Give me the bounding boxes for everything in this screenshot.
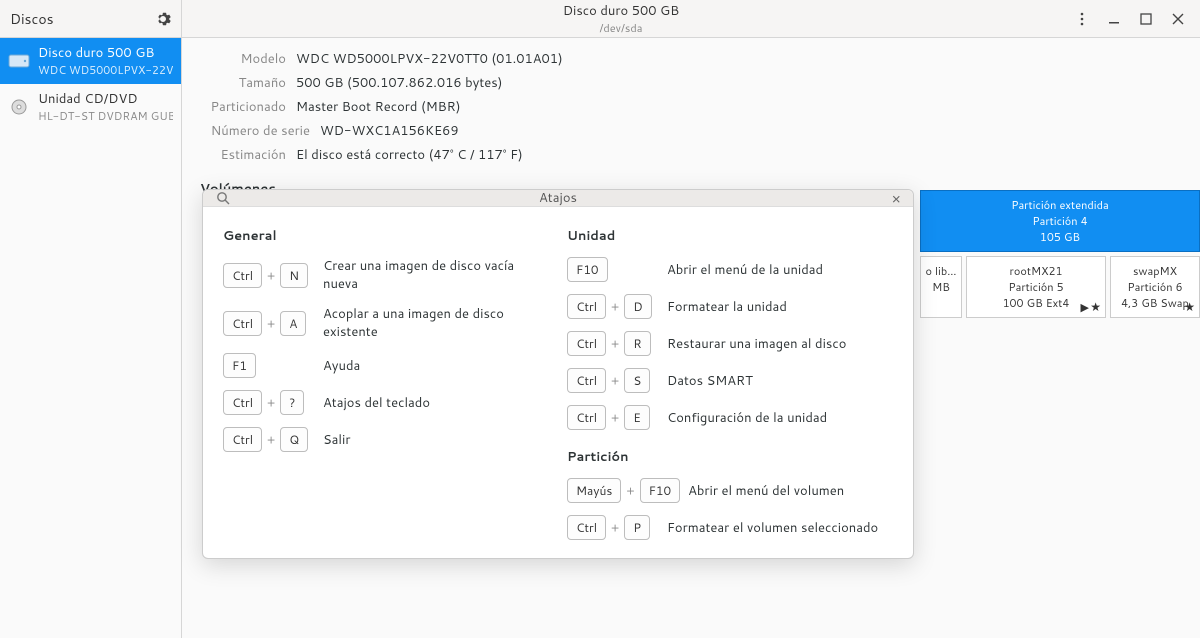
close-icon[interactable] — [1170, 11, 1186, 27]
sidebar-item-hdd[interactable]: Disco duro 500 GB WDC WD5000LPVX-22V0TT0 — [0, 38, 181, 84]
gear-icon[interactable] — [155, 11, 171, 27]
sidebar-item-sub: HL-DT-ST DVDRAM GUB0N — [38, 108, 173, 124]
shortcut-desc: Datos SMART — [667, 372, 753, 390]
shortcut-row: F1 Ayuda — [223, 353, 549, 378]
app-title: Discos — [10, 9, 54, 29]
shortcut-row: Ctrl+DFormatear la unidad — [567, 294, 893, 319]
star-icon: ★ — [1090, 298, 1101, 315]
keycap: Ctrl — [567, 294, 606, 319]
shortcuts-title: Atajos — [203, 189, 913, 207]
shortcut-row: Ctrl+RRestaurar una imagen al disco — [567, 331, 893, 356]
value-particionado: Master Boot Record (MBR) — [296, 98, 461, 116]
group-general: General — [223, 227, 549, 245]
close-icon[interactable]: × — [891, 188, 901, 209]
keycap: Ctrl — [567, 405, 606, 430]
volume-root[interactable]: rootMX21 Partición 5 100 GB Ext4 ★ ▶ — [966, 256, 1106, 318]
cd-icon — [8, 98, 30, 116]
shortcut-row: Ctrl+EConfiguración de la unidad — [567, 405, 893, 430]
keycap: Q — [280, 427, 308, 452]
shortcut-row: Ctrl+?Atajos del teclado — [223, 390, 549, 415]
shortcut-desc: Abrir el menú de la unidad — [667, 261, 823, 279]
label-particionado: Particionado — [200, 98, 286, 116]
value-modelo: WDC WD5000LPVX-22V0TT0 (01.01A01) — [296, 50, 563, 68]
menu-icon[interactable] — [1074, 11, 1090, 27]
keycap: F1 — [223, 353, 256, 378]
minimize-icon[interactable] — [1106, 11, 1122, 27]
keycap: R — [624, 331, 650, 356]
sidebar-item-cd[interactable]: Unidad CD/DVD HL-DT-ST DVDRAM GUB0N — [0, 84, 181, 130]
keycap: Ctrl — [223, 263, 262, 288]
group-unidad: Unidad — [567, 227, 893, 245]
maximize-icon[interactable] — [1138, 11, 1154, 27]
keycap: A — [280, 311, 306, 336]
shortcut-row: F10 Abrir el menú de la unidad — [567, 257, 893, 282]
keycap: E — [624, 405, 650, 430]
keycap: Ctrl — [567, 331, 606, 356]
shortcut-row: Ctrl+AAcoplar a una imagen de disco exis… — [223, 305, 549, 341]
keycap: F10 — [567, 257, 608, 282]
keycap: Ctrl — [567, 368, 606, 393]
volume-free[interactable]: o lib… MB — [920, 256, 962, 318]
keycap: ? — [280, 390, 304, 415]
label-estimacion: Estimación — [200, 146, 286, 164]
shortcut-desc: Salir — [323, 431, 350, 449]
volume-swap[interactable]: swapMX Partición 6 4,3 GB Swap ★ — [1110, 256, 1200, 318]
shortcut-desc: Crear una imagen de disco vacía nueva — [323, 257, 549, 293]
shortcut-desc: Abrir el menú del volumen — [688, 482, 844, 500]
value-serie: WD-WXC1A156KE69 — [320, 122, 459, 140]
shortcut-desc: Formatear el volumen seleccionado — [667, 519, 878, 537]
volume-extended[interactable]: Partición extendida Partición 4 105 GB — [920, 190, 1200, 252]
keycap: F10 — [640, 478, 681, 503]
value-tamano: 500 GB (500.107.862.016 bytes) — [296, 74, 502, 92]
shortcut-desc: Atajos del teclado — [323, 394, 430, 412]
search-icon[interactable] — [215, 190, 231, 206]
titlebar: Discos Disco duro 500 GB /dev/sda — [0, 0, 1200, 38]
window-title: Disco duro 500 GB — [182, 2, 1060, 20]
value-estimacion: El disco está correcto (47° C / 117° F) — [296, 146, 523, 164]
label-modelo: Modelo — [200, 50, 286, 68]
hdd-icon — [8, 52, 30, 70]
window-subtitle: /dev/sda — [182, 20, 1060, 36]
shortcut-desc: Restaurar una imagen al disco — [667, 335, 846, 353]
shortcut-row: Ctrl+SDatos SMART — [567, 368, 893, 393]
play-icon: ▶ — [1081, 299, 1089, 315]
keycap: Ctrl — [223, 390, 262, 415]
keycap: P — [624, 515, 650, 540]
shortcut-desc: Configuración de la unidad — [667, 409, 827, 427]
shortcut-desc: Formatear la unidad — [667, 298, 787, 316]
group-particion: Partición — [567, 448, 893, 466]
shortcut-desc: Acoplar a una imagen de disco existente — [323, 305, 549, 341]
shortcut-row: Mayús+F10Abrir el menú del volumen — [567, 478, 893, 503]
sidebar-item-sub: WDC WD5000LPVX-22V0TT0 — [38, 62, 173, 78]
star-icon: ★ — [1184, 298, 1195, 315]
keycap: Ctrl — [223, 311, 262, 336]
keycap: Ctrl — [223, 427, 262, 452]
label-tamano: Tamaño — [200, 74, 286, 92]
label-serie: Número de serie — [200, 122, 310, 140]
keycap: Mayús — [567, 478, 621, 503]
sidebar-item-name: Unidad CD/DVD — [38, 90, 173, 108]
shortcut-row: Ctrl+PFormatear el volumen seleccionado — [567, 515, 893, 540]
keycap: N — [280, 263, 308, 288]
shortcuts-dialog: Atajos × General Ctrl+NCrear una imagen … — [202, 189, 914, 559]
sidebar: Disco duro 500 GB WDC WD5000LPVX-22V0TT0… — [0, 38, 182, 638]
shortcut-row: Ctrl+NCrear una imagen de disco vacía nu… — [223, 257, 549, 293]
shortcut-desc: Ayuda — [323, 357, 360, 375]
keycap: Ctrl — [567, 515, 606, 540]
keycap: D — [624, 294, 651, 319]
sidebar-item-name: Disco duro 500 GB — [38, 44, 173, 62]
shortcut-row: Ctrl+QSalir — [223, 427, 549, 452]
keycap: S — [624, 368, 650, 393]
